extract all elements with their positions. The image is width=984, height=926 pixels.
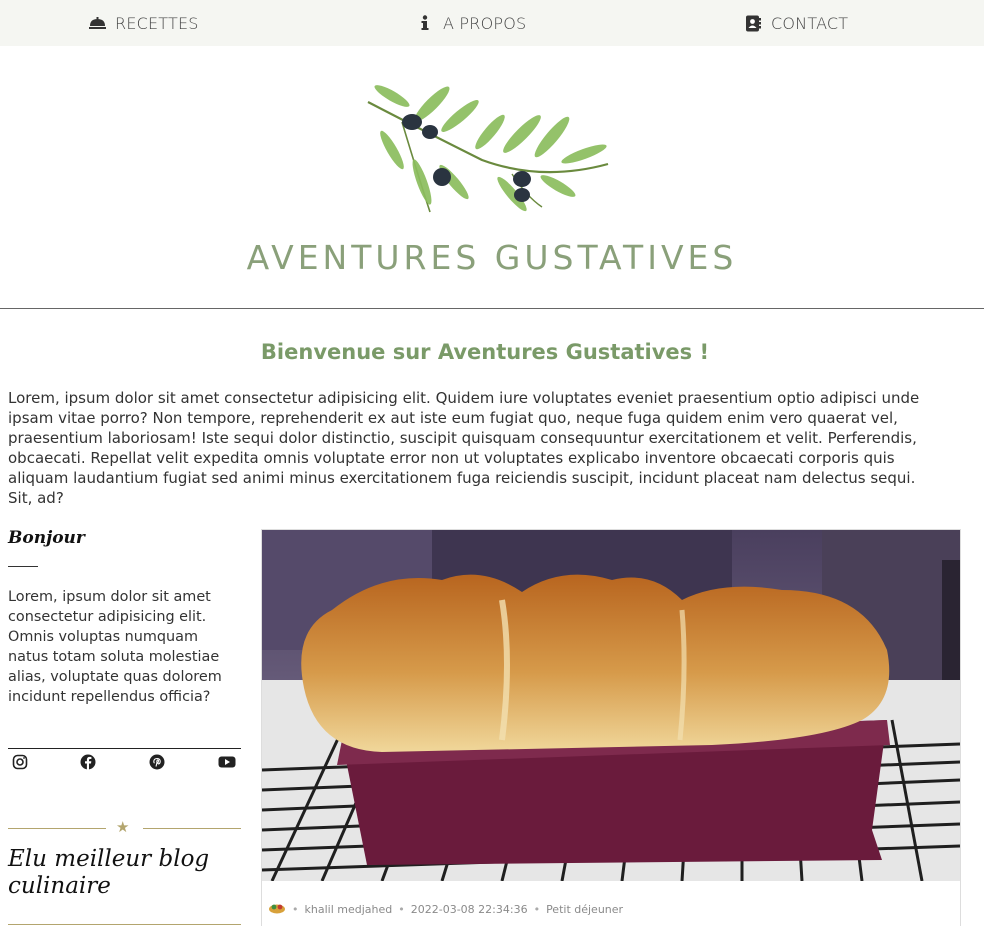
award-heading: Elu meilleur blog culinaire: [8, 846, 210, 899]
meta-separator: •: [533, 903, 541, 916]
intro-paragraph: Lorem, ipsum dolor sit amet consectetur …: [8, 389, 920, 507]
facebook-icon[interactable]: [80, 754, 98, 772]
olive-branch-icon: [367, 85, 609, 213]
post-category[interactable]: Petit déjeuner: [546, 903, 623, 916]
star-divider-line-left: [8, 828, 106, 829]
social-links: [8, 748, 241, 778]
post-photo[interactable]: [262, 530, 960, 881]
star-icon: ★: [116, 818, 130, 836]
info-icon: [416, 14, 434, 32]
nav-a-propos[interactable]: A PROPOS: [416, 0, 526, 46]
nav-recettes[interactable]: RECETTES: [88, 0, 199, 46]
nav-a-propos-label: A PROPOS: [443, 13, 527, 33]
header-divider: [0, 308, 984, 309]
post-date: 2022-03-08 22:34:36: [410, 903, 528, 916]
nav-contact-label: CONTACT: [771, 13, 849, 33]
site-header: AVENTURES GUSTATIVES: [0, 46, 984, 308]
nav-recettes-label: RECETTES: [115, 13, 199, 33]
site-title: AVENTURES GUSTATIVES: [246, 238, 738, 277]
star-divider-line-right: [143, 828, 241, 829]
post-author[interactable]: khalil medjahed: [305, 903, 393, 916]
sidebar-text: Lorem, ipsum dolor sit amet consectetur …: [8, 589, 222, 705]
meta-separator: •: [292, 903, 299, 916]
author-avatar: [268, 902, 286, 917]
sidebar: Bonjour Lorem, ipsum dolor sit amet cons…: [8, 526, 241, 925]
star-divider: ★: [8, 818, 241, 838]
post-meta: • khalil medjahed • 2022-03-08 22:34:36 …: [268, 902, 623, 917]
top-navigation: RECETTES A PROPOS CONTACT: [0, 0, 984, 46]
youtube-icon[interactable]: [218, 754, 236, 772]
cloche-icon: [88, 14, 106, 32]
greeting-underline: [8, 566, 38, 567]
pinterest-icon[interactable]: [149, 754, 167, 772]
nav-contact[interactable]: CONTACT: [744, 0, 848, 46]
sidebar-greeting: Bonjour: [8, 528, 85, 548]
welcome-heading: Bienvenue sur Aventures Gustatives !: [260, 340, 710, 364]
award-divider: [8, 924, 241, 925]
address-book-icon: [744, 14, 762, 32]
meta-separator: •: [398, 903, 405, 916]
post-card[interactable]: • khalil medjahed • 2022-03-08 22:34:36 …: [261, 529, 961, 926]
instagram-icon[interactable]: [12, 754, 30, 772]
